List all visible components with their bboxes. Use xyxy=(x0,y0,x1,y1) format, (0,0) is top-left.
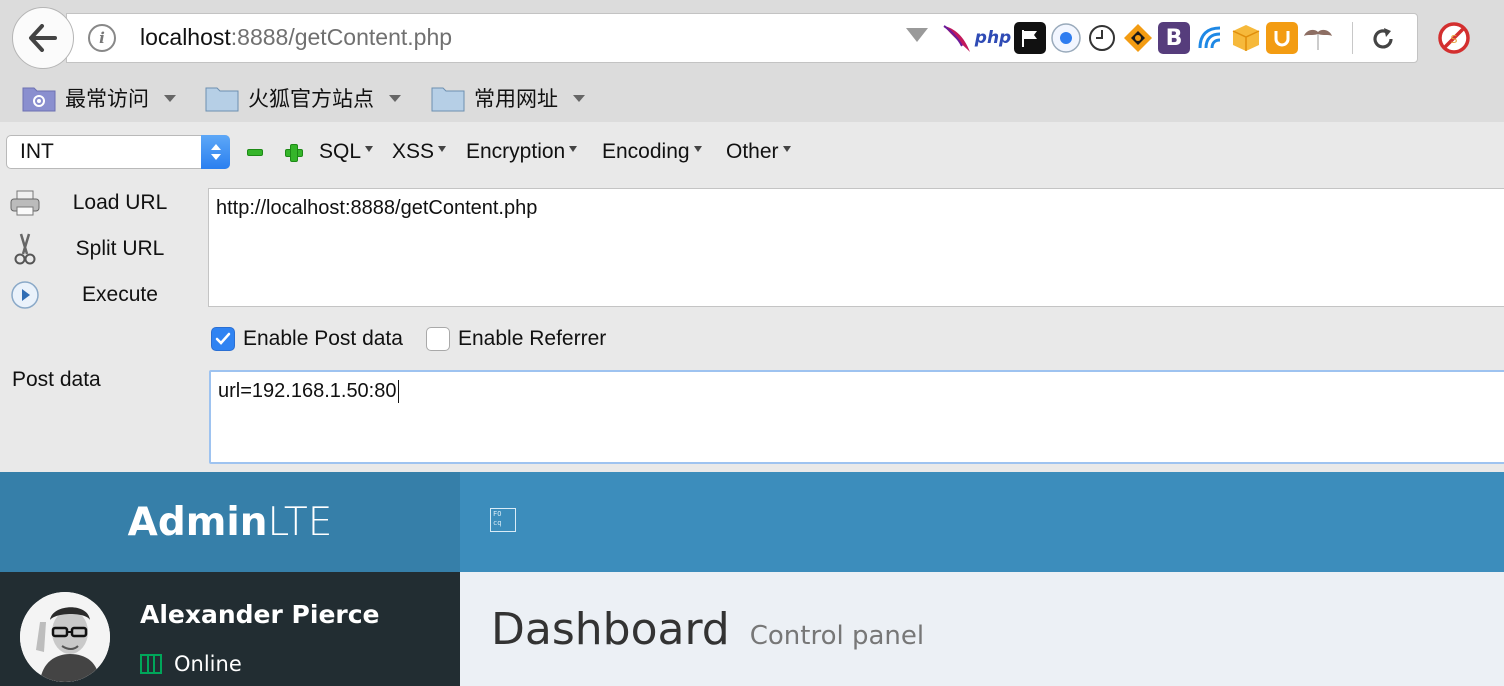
enable-post-label: Enable Post data xyxy=(243,327,403,350)
menu-encryption[interactable]: Encryption xyxy=(466,140,578,164)
chevron-down-icon xyxy=(573,94,585,102)
sidebar: Alexander Pierce Online xyxy=(0,572,460,686)
split-url-button[interactable]: Split URL xyxy=(8,231,198,267)
menu-other[interactable]: Other xyxy=(726,140,791,164)
checkbox-checked-icon[interactable] xyxy=(211,327,235,351)
menu-label: XSS xyxy=(392,140,435,163)
menu-sql[interactable]: SQL xyxy=(319,140,374,164)
info-icon[interactable]: i xyxy=(88,24,116,52)
back-button[interactable] xyxy=(12,7,74,69)
reload-icon xyxy=(1373,28,1393,49)
chevron-down-icon xyxy=(389,94,401,102)
menu-encoding[interactable]: Encoding xyxy=(602,140,702,164)
smart-folder-icon xyxy=(22,87,56,112)
dropdown-arrow-icon xyxy=(365,146,374,152)
post-data-textarea[interactable]: url=192.168.1.50:80 xyxy=(209,370,1504,464)
sidebar-toggle-icon[interactable] xyxy=(490,508,516,532)
bookmarks-toolbar: 最常访问 火狐官方站点 常用网址 xyxy=(0,74,1504,122)
record-icon[interactable] xyxy=(1050,22,1082,54)
blocked-script-icon: S xyxy=(1438,22,1470,54)
admin-page: AdminLTE Alexander Pierce Online Dashboa… xyxy=(0,472,1504,686)
enable-referrer-checkbox[interactable]: Enable Referrer xyxy=(426,327,606,351)
extension-icons: php B xyxy=(940,20,1334,56)
user-status: Online xyxy=(140,652,242,676)
box-icon[interactable] xyxy=(1230,22,1262,54)
bookmark-label: 常用网址 xyxy=(474,88,558,111)
select-stepper-icon[interactable] xyxy=(201,135,230,169)
logo-light: LTE xyxy=(267,499,333,545)
dropdown-arrow-icon xyxy=(782,146,791,152)
bookmark-common-sites[interactable]: 常用网址 xyxy=(431,82,585,114)
url-textarea-value: http://localhost:8888/getContent.php xyxy=(216,197,538,219)
wave-icon[interactable] xyxy=(1194,22,1226,54)
checkbox-unchecked-icon[interactable] xyxy=(426,327,450,351)
load-url-label: Load URL xyxy=(72,191,168,214)
chevron-down-icon xyxy=(164,94,176,102)
decrease-button[interactable] xyxy=(247,149,263,156)
scissors-icon xyxy=(8,232,42,266)
arrow-left-icon xyxy=(29,24,57,52)
url-text[interactable]: localhost:8888/getContent.php xyxy=(140,24,452,51)
printer-icon xyxy=(8,186,42,220)
browser-toolbar: i localhost:8888/getContent.php php B S xyxy=(0,0,1504,74)
hackbar-panel: INT SQL XSS Encryption Encoding Other Lo… xyxy=(0,122,1504,472)
url-host: localhost xyxy=(140,24,231,50)
menu-label: Encryption xyxy=(466,140,566,163)
admin-logo[interactable]: Admin LTE xyxy=(0,472,460,572)
online-status-icon xyxy=(140,654,162,674)
noscript-button[interactable]: S xyxy=(1436,20,1472,56)
play-icon xyxy=(8,278,42,312)
text-cursor xyxy=(397,380,399,404)
flag-icon[interactable] xyxy=(1014,22,1046,54)
folder-icon xyxy=(431,87,465,112)
enable-post-checkbox[interactable]: Enable Post data xyxy=(211,327,403,351)
url-path: :8888/getContent.php xyxy=(230,24,453,50)
type-select-value: INT xyxy=(20,140,54,163)
enable-referrer-label: Enable Referrer xyxy=(458,327,607,350)
fox-icon[interactable] xyxy=(1122,22,1154,54)
increase-button[interactable] xyxy=(285,144,303,162)
split-url-label: Split URL xyxy=(75,237,165,260)
url-textarea[interactable]: http://localhost:8888/getContent.php xyxy=(208,188,1504,307)
toolbar-separator xyxy=(1352,22,1353,54)
top-navbar xyxy=(460,472,1504,572)
menu-label: Encoding xyxy=(602,140,690,163)
bookmark-label: 最常访问 xyxy=(65,88,149,111)
clock-icon[interactable] xyxy=(1086,22,1118,54)
logo-bold: Admin xyxy=(127,499,268,545)
dropdown-arrow-icon xyxy=(438,146,447,152)
page-title: Dashboard Control panel xyxy=(491,604,924,655)
menu-label: Other xyxy=(726,140,779,163)
post-data-value: url=192.168.1.50:80 xyxy=(218,380,397,402)
execute-button[interactable]: Execute xyxy=(8,277,198,313)
page-subtitle: Control panel xyxy=(749,621,925,651)
folder-icon xyxy=(205,87,239,112)
bootstrap-icon[interactable]: B xyxy=(1158,22,1190,54)
bookmark-firefox-sites[interactable]: 火狐官方站点 xyxy=(205,82,401,114)
php-icon[interactable]: php xyxy=(974,22,1012,54)
page-title-text: Dashboard xyxy=(491,604,730,655)
apache-feather-icon[interactable] xyxy=(940,22,972,54)
user-name: Alexander Pierce xyxy=(140,600,380,629)
execute-label: Execute xyxy=(82,283,158,306)
menu-label: SQL xyxy=(319,140,362,163)
dropdown-arrow-icon xyxy=(569,146,578,152)
avatar xyxy=(20,592,110,682)
shield-u-icon[interactable] xyxy=(1266,22,1298,54)
reload-button[interactable] xyxy=(1366,22,1400,56)
page-action-dropdown-icon[interactable] xyxy=(906,28,928,42)
menu-xss[interactable]: XSS xyxy=(392,140,447,164)
bookmark-label: 火狐官方站点 xyxy=(248,88,374,111)
load-url-button[interactable]: Load URL xyxy=(8,185,198,221)
mustache-icon[interactable] xyxy=(1302,22,1334,54)
svg-text:S: S xyxy=(1451,33,1458,46)
status-label: Online xyxy=(174,652,242,676)
dropdown-arrow-icon xyxy=(693,146,702,152)
type-select[interactable]: INT xyxy=(6,135,230,169)
php-label: php xyxy=(974,28,1012,48)
bookmark-most-visited[interactable]: 最常访问 xyxy=(22,82,176,114)
bootstrap-label: B xyxy=(1165,25,1183,51)
post-data-label: Post data xyxy=(12,368,101,391)
